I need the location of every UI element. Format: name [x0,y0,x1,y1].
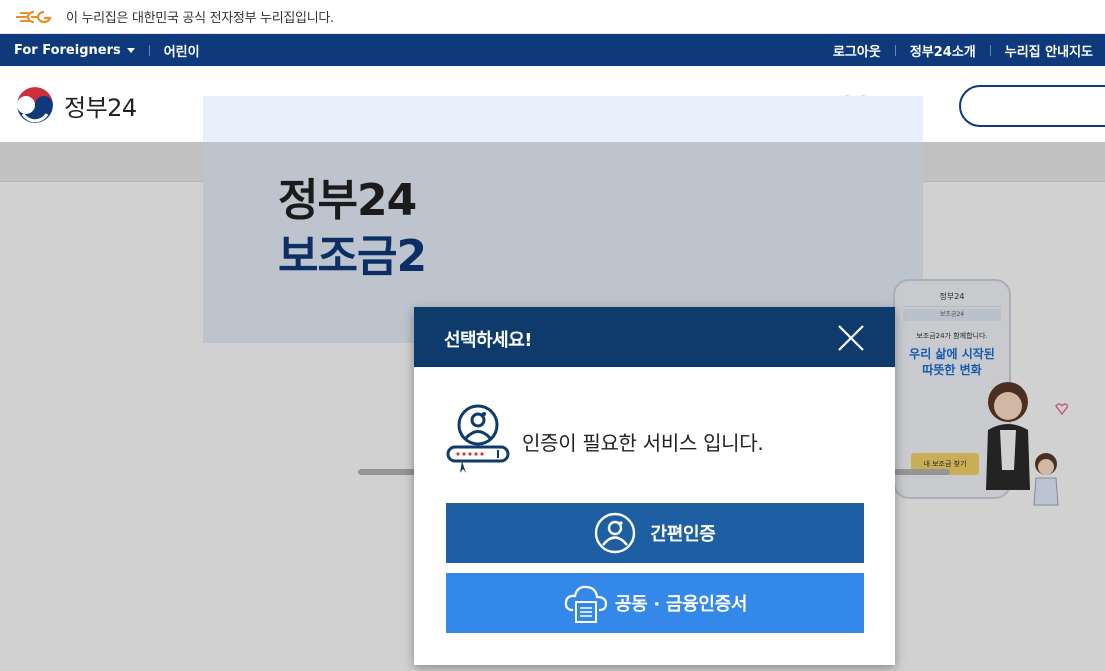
cloud-certificate-icon [564,585,607,623]
auth-select-modal: 선택하세요! 인증이 필요한 서비스 입니다. 간편인증 공동 · 금융인증서 [414,307,895,665]
search-input[interactable] [959,85,1105,127]
divider [148,44,150,56]
user-circle-icon [595,512,636,554]
kids-link[interactable]: 어린이 [164,41,200,60]
for-foreigners-menu[interactable]: For Foreigners [14,43,135,58]
site-logo[interactable]: 정부24 [14,84,137,126]
sitemap-link[interactable]: 누리집 안내지도 [1005,41,1093,60]
gov-banner: 이 누리집은 대한민국 공식 전자정부 누리집입니다. [0,0,1105,34]
for-foreigners-label: For Foreigners [14,42,121,58]
logo-text: 정부24 [64,93,137,122]
joint-financial-cert-label: 공동 · 금융인증서 [614,594,748,615]
user-password-icon [446,404,510,473]
simple-auth-label: 간편인증 [650,524,716,545]
utility-bar: For Foreigners 어린이 로그아웃 정부24소개 누리집 안내지도 [0,34,1105,66]
modal-title: 선택하세요! [444,330,533,351]
divider [894,44,896,56]
about-link[interactable]: 정부24소개 [910,41,976,60]
gov-banner-text: 이 누리집은 대한민국 공식 전자정부 누리집입니다. [66,11,334,26]
joint-financial-cert-button[interactable]: 공동 · 금융인증서 [446,573,864,633]
taegeuk-logo-icon [15,85,55,125]
logout-link[interactable]: 로그아웃 [833,41,881,60]
modal-message: 인증이 필요한 서비스 입니다. [522,431,764,455]
eg-logo-icon [16,10,52,23]
caret-down-icon [126,47,135,53]
divider [989,44,991,56]
close-icon[interactable] [834,321,868,355]
simple-auth-button[interactable]: 간편인증 [446,503,864,563]
